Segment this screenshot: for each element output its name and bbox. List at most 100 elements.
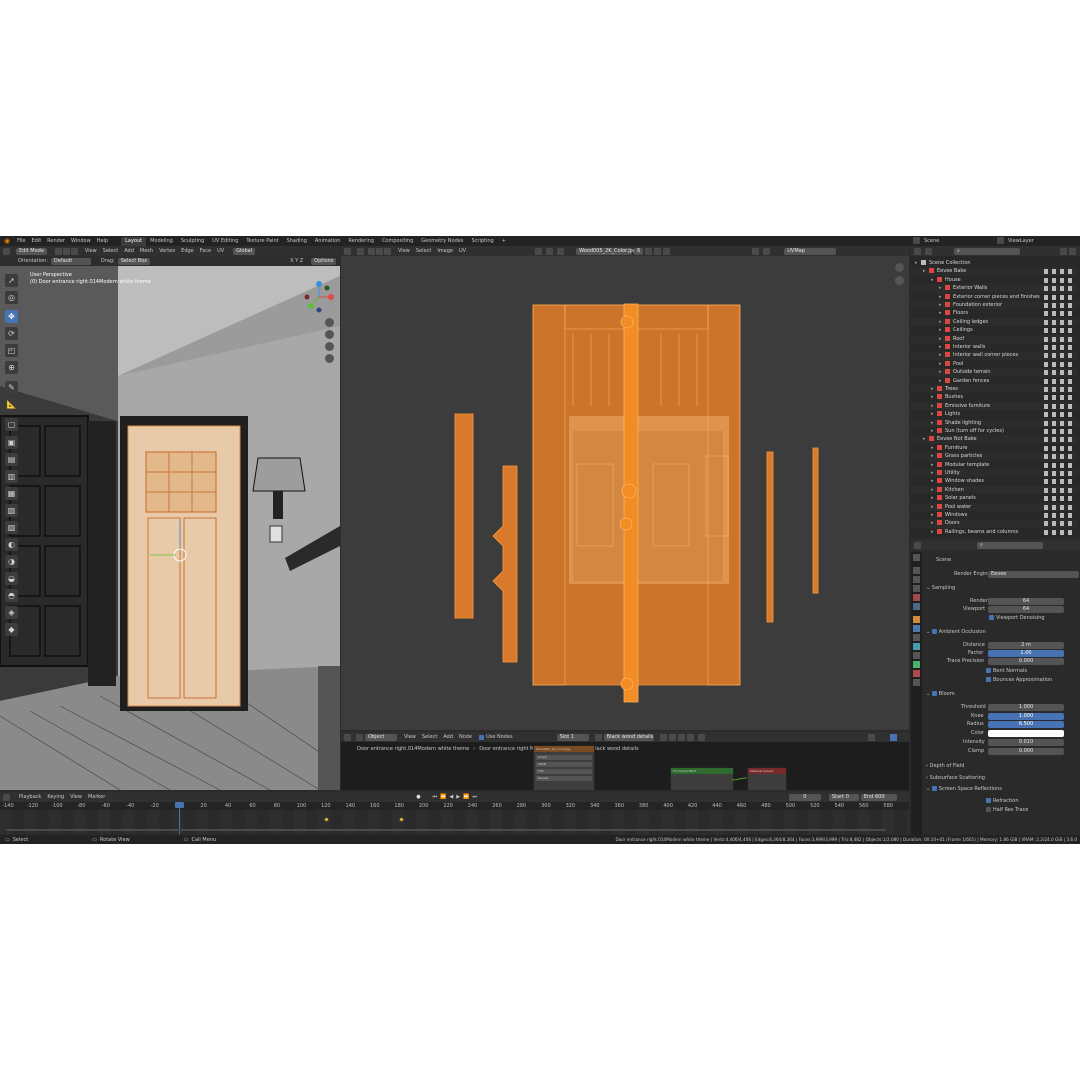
ssr-panel-header[interactable]: ⌄ Screen Space Reflections bbox=[926, 786, 1002, 792]
viewport-menu-mesh[interactable]: Mesh bbox=[140, 248, 153, 254]
bloom-panel-header[interactable]: ⌄ Bloom bbox=[926, 691, 955, 697]
node-zoom-icon[interactable] bbox=[868, 734, 875, 741]
outliner-row[interactable]: ▸ Furniture bbox=[911, 444, 1077, 452]
zoom-icon[interactable] bbox=[325, 318, 334, 327]
outliner-row[interactable]: ▸ Interior walls bbox=[911, 343, 1077, 351]
render-tab-icon[interactable] bbox=[913, 567, 920, 574]
visibility-toggles[interactable] bbox=[1044, 471, 1074, 476]
material-tab-icon[interactable] bbox=[913, 670, 920, 677]
rotate-tool-icon[interactable]: ⟳ bbox=[5, 327, 18, 340]
next-keyframe-icon[interactable]: ⏩ bbox=[463, 794, 469, 800]
outliner-row[interactable]: ▸ Floors bbox=[911, 309, 1077, 317]
shrink-fatten-tool-icon[interactable]: ◓ bbox=[5, 589, 18, 602]
move-tool-icon[interactable]: ✥ bbox=[5, 310, 18, 323]
render-samples-field[interactable]: 64 bbox=[988, 598, 1064, 605]
bloom-color-swatch[interactable] bbox=[988, 730, 1064, 737]
visibility-toggles[interactable] bbox=[1044, 277, 1074, 283]
outliner-row[interactable]: ▸ Ceiling ledges bbox=[911, 317, 1077, 327]
bloom-radius-field[interactable]: 6.500 bbox=[988, 721, 1064, 728]
smooth-tool-icon[interactable]: ◑ bbox=[5, 555, 18, 568]
camera-view-icon[interactable] bbox=[325, 342, 334, 351]
current-frame-field[interactable]: 0 bbox=[788, 793, 821, 801]
uv-zoom-icon[interactable] bbox=[895, 263, 904, 272]
outliner-row[interactable]: ▸ Bushes bbox=[911, 393, 1077, 401]
workspace-tab-uv-editing[interactable]: UV Editing bbox=[208, 237, 242, 246]
menu-render[interactable]: Render bbox=[47, 238, 65, 244]
workspace-tab-rendering[interactable]: Rendering bbox=[344, 237, 378, 246]
ao-distance-field[interactable]: 2 m bbox=[988, 642, 1064, 649]
visibility-toggles[interactable] bbox=[1044, 445, 1074, 451]
bounces-approx-checkbox[interactable] bbox=[986, 677, 991, 682]
viewport-menu-add[interactable]: Add bbox=[124, 248, 134, 254]
outliner-row[interactable]: ▸ Scene Collection bbox=[911, 259, 1077, 267]
outliner-row[interactable]: ▸ Solar panels bbox=[911, 494, 1077, 502]
outliner-row[interactable]: ▸ Roof bbox=[911, 334, 1077, 343]
outliner-row[interactable]: ▸ Windows bbox=[911, 511, 1077, 519]
view-layer-tab-icon[interactable] bbox=[913, 585, 920, 592]
bloom-intensity-field[interactable]: 0.010 bbox=[988, 739, 1064, 746]
outliner-row[interactable]: ▸ Pool bbox=[911, 360, 1077, 368]
workspace-tab-geometry-nodes[interactable]: Geometry Nodes bbox=[417, 237, 467, 246]
play-reverse-icon[interactable]: ◀ bbox=[449, 794, 453, 800]
shader-node-editor[interactable]: Object View Select Add Node Use Nodes Slot … bbox=[341, 732, 909, 790]
visibility-toggles[interactable] bbox=[1044, 429, 1074, 434]
visibility-toggles[interactable] bbox=[1044, 345, 1074, 350]
visibility-toggles[interactable] bbox=[1044, 319, 1074, 325]
visibility-toggles[interactable] bbox=[1044, 462, 1074, 468]
blender-logo-icon[interactable]: ◉ bbox=[4, 237, 10, 245]
tool-tab-icon[interactable] bbox=[913, 554, 920, 561]
visibility-toggles[interactable] bbox=[1044, 521, 1074, 527]
end-frame-field[interactable]: End 600 bbox=[860, 793, 897, 801]
viewport-menu-vertex[interactable]: Vertex bbox=[159, 248, 175, 254]
view-layer-selector[interactable]: ViewLayer bbox=[997, 237, 1034, 244]
shear-tool-icon[interactable]: ◈ bbox=[5, 606, 18, 619]
workspace-tab-compositing[interactable]: Compositing bbox=[378, 237, 417, 246]
inset-tool-icon[interactable]: ▤ bbox=[5, 453, 18, 466]
visibility-toggles[interactable] bbox=[1044, 311, 1074, 317]
ssr-checkbox[interactable] bbox=[931, 786, 937, 791]
viewport-menu-face[interactable]: Face bbox=[200, 248, 211, 254]
viewport-samples-field[interactable]: 64 bbox=[988, 606, 1064, 613]
visibility-toggles[interactable] bbox=[1044, 412, 1074, 418]
options-dropdown[interactable]: Options bbox=[311, 257, 337, 265]
timeline-type-icon[interactable] bbox=[3, 793, 10, 801]
menu-help[interactable]: Help bbox=[97, 238, 108, 244]
knife-tool-icon[interactable]: ▧ bbox=[5, 504, 18, 517]
ao-factor-field[interactable]: 1.00 bbox=[988, 650, 1064, 657]
visibility-toggles[interactable] bbox=[1044, 361, 1074, 367]
modifier-tab-icon[interactable] bbox=[913, 625, 920, 632]
output-tab-icon[interactable] bbox=[913, 576, 920, 583]
workspace-tab-modeling[interactable]: Modeling bbox=[146, 237, 177, 246]
visibility-toggles[interactable] bbox=[1044, 353, 1074, 359]
refraction-checkbox[interactable] bbox=[986, 798, 991, 803]
pan-hand-icon[interactable] bbox=[325, 330, 334, 339]
measure-tool-icon[interactable]: 📐 bbox=[5, 398, 18, 411]
bevel-tool-icon[interactable]: ▥ bbox=[5, 470, 18, 483]
workspace-tab-texture-paint[interactable]: Texture Paint bbox=[242, 237, 282, 246]
ao-trace-precision-field[interactable]: 0.000 bbox=[988, 658, 1064, 665]
outliner-row[interactable]: ▸ House bbox=[911, 276, 1077, 284]
viewport-denoising-row[interactable]: Viewport Denoising bbox=[989, 615, 1045, 621]
outliner-row[interactable]: ▸ Window shades bbox=[911, 477, 1077, 485]
poly-build-tool-icon[interactable]: ▨ bbox=[5, 521, 18, 534]
outliner-row[interactable]: ▸ Outside terrain bbox=[911, 368, 1077, 377]
ao-checkbox[interactable] bbox=[931, 629, 937, 634]
prev-keyframe-icon[interactable]: ⏪ bbox=[440, 794, 446, 800]
outliner-row[interactable]: ▸ Eevee Not Bake bbox=[911, 435, 1077, 444]
viewport-3d[interactable]: Edit Mode View Select Add Mesh Vertex Edge Fac… bbox=[0, 246, 340, 790]
visibility-toggles[interactable] bbox=[1044, 370, 1074, 376]
half-res-row[interactable]: Half Res Trace bbox=[986, 807, 1028, 813]
annotate-tool-icon[interactable]: ✎ bbox=[5, 381, 18, 394]
timeline-menu-view[interactable]: View bbox=[70, 794, 82, 800]
transform-orientation-dropdown[interactable]: Global bbox=[233, 247, 256, 255]
cursor-tool-icon[interactable]: ◎ bbox=[5, 291, 18, 304]
visibility-toggles[interactable] bbox=[1044, 403, 1074, 409]
visibility-toggles[interactable] bbox=[1044, 336, 1074, 342]
timeline-ruler[interactable] bbox=[0, 802, 909, 810]
render-engine-dropdown[interactable]: Eevee bbox=[988, 571, 1079, 578]
visibility-toggles[interactable] bbox=[1044, 487, 1074, 493]
timeline-menu-playback[interactable]: Playback bbox=[19, 794, 41, 800]
bloom-checkbox[interactable] bbox=[931, 691, 937, 696]
loop-cut-tool-icon[interactable]: ▦ bbox=[5, 487, 18, 500]
orientation-dropdown[interactable]: Default bbox=[50, 257, 91, 265]
